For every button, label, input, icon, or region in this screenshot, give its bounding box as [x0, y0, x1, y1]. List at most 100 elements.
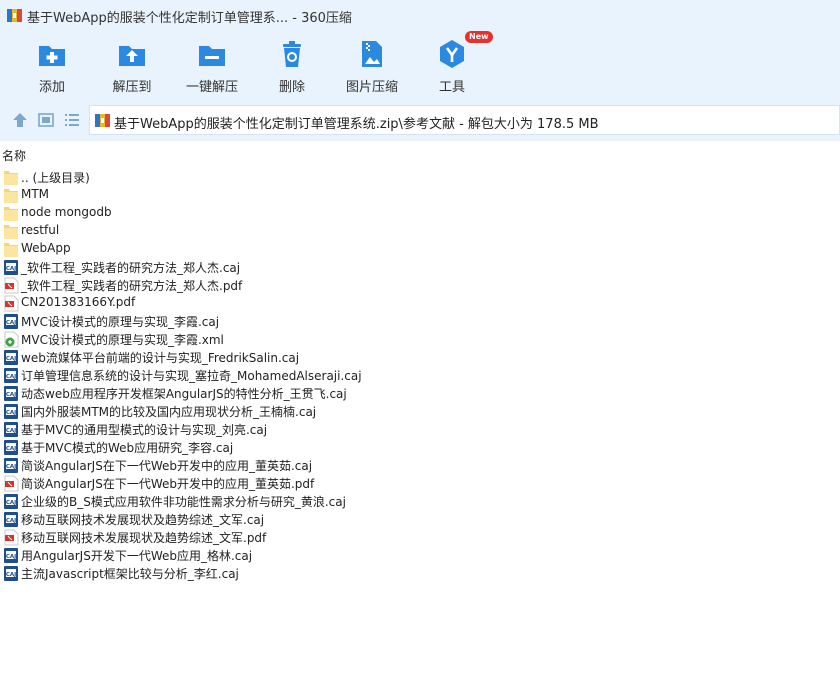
- svg-text:CAJ: CAJ: [6, 392, 16, 398]
- image-compress-button[interactable]: 图片压缩: [332, 34, 412, 98]
- file-row[interactable]: CAJ 企业级的B_S模式应用软件非功能性需求分析与研究_黄浪.caj: [0, 492, 840, 510]
- folder-icon: [4, 225, 18, 239]
- file-name: 简谈AngularJS在下一代Web开发中的应用_董英茹.caj: [21, 459, 313, 473]
- svg-text:CAJ: CAJ: [6, 572, 16, 578]
- file-name: 主流Javascript框架比较与分析_李红.caj: [21, 567, 239, 581]
- caj-file-icon: CAJ: [4, 350, 18, 365]
- file-row[interactable]: CAJ 移动互联网技术发展现状及趋势综述_文军.caj: [0, 510, 840, 528]
- caj-file-icon: CAJ: [4, 548, 18, 563]
- title-bar: 基于WebApp的服装个性化定制订单管理系... - 360压缩: [0, 0, 840, 30]
- folder-row[interactable]: WebApp: [0, 240, 840, 258]
- file-row[interactable]: CAJ 动态web应用程序开发框架AngularJS的特性分析_王贯飞.caj: [0, 384, 840, 402]
- file-name: CN201383166Y.pdf: [21, 295, 136, 309]
- svg-text:CAJ: CAJ: [6, 266, 16, 272]
- file-name: MTM: [21, 187, 50, 201]
- pdf-file-icon: [4, 295, 19, 312]
- file-name: 基于MVC的通用型模式的设计与实现_刘亮.caj: [21, 423, 268, 437]
- caj-file-icon: CAJ: [4, 440, 18, 455]
- svg-text:CAJ: CAJ: [6, 374, 16, 380]
- pdf-file-icon: [4, 277, 19, 294]
- file-row[interactable]: 移动互联网技术发展现状及趋势综述_文军.pdf: [0, 528, 840, 546]
- folder-row[interactable]: MTM: [0, 186, 840, 204]
- folder-icon: [4, 189, 18, 203]
- tools-button[interactable]: New 工具: [412, 31, 493, 98]
- add-button[interactable]: 添加: [12, 34, 92, 98]
- thumbnail-view-icon[interactable]: [36, 110, 56, 130]
- extract-to-label: 解压到: [112, 80, 152, 95]
- file-row[interactable]: CAJ 基于MVC的通用型模式的设计与实现_刘亮.caj: [0, 420, 840, 438]
- folder-row[interactable]: restful: [0, 222, 840, 240]
- caj-file-icon: CAJ: [4, 368, 18, 383]
- file-name: 国内外服装MTM的比较及国内应用现状分析_王楠楠.caj: [21, 405, 317, 419]
- file-row[interactable]: CAJ 订单管理信息系统的设计与实现_塞拉奇_MohamedAlseraji.ca…: [0, 366, 840, 384]
- caj-file-icon: CAJ: [4, 314, 18, 329]
- file-name: 动态web应用程序开发框架AngularJS的特性分析_王贯飞.caj: [21, 387, 347, 401]
- file-row[interactable]: CAJ 国内外服装MTM的比较及国内应用现状分析_王楠楠.caj: [0, 402, 840, 420]
- path-bar[interactable]: 基于WebApp的服装个性化定制订单管理系统.zip\参考文献 - 解包大小为 …: [89, 105, 840, 135]
- file-name: restful: [21, 223, 60, 237]
- svg-text:CAJ: CAJ: [6, 500, 16, 506]
- file-name: MVC设计模式的原理与实现_李霞.xml: [21, 333, 224, 347]
- caj-file-icon: CAJ: [4, 566, 18, 581]
- file-row[interactable]: CAJ _软件工程_实践者的研究方法_郑人杰.caj: [0, 258, 840, 276]
- window-title: 基于WebApp的服装个性化定制订单管理系... - 360压缩: [27, 11, 352, 26]
- folder-row[interactable]: node mongodb: [0, 204, 840, 222]
- name-column-header[interactable]: 名称: [0, 145, 840, 163]
- add-icon: [39, 46, 65, 66]
- zip-archive-icon: [95, 114, 110, 127]
- tools-label: 工具: [438, 80, 465, 95]
- image-compress-label: 图片压缩: [345, 80, 398, 95]
- caj-file-icon: CAJ: [4, 458, 18, 473]
- file-name: .. (上级目录): [21, 171, 90, 185]
- file-row[interactable]: 简谈AngularJS在下一代Web开发中的应用_董英茹.pdf: [0, 474, 840, 492]
- one-click-extract-label: 一键解压: [185, 80, 238, 95]
- file-name: 订单管理信息系统的设计与实现_塞拉奇_MohamedAlseraji.caj: [21, 369, 362, 383]
- image-compress-icon: [362, 41, 382, 67]
- file-row[interactable]: CN201383166Y.pdf: [0, 294, 840, 312]
- top-panel: 基于WebApp的服装个性化定制订单管理系... - 360压缩 添加 解压到 …: [0, 0, 840, 141]
- add-label: 添加: [38, 80, 65, 95]
- file-row[interactable]: CAJ 简谈AngularJS在下一代Web开发中的应用_董英茹.caj: [0, 456, 840, 474]
- folder-icon: [4, 171, 18, 185]
- file-name: 基于MVC模式的Web应用研究_李容.caj: [21, 441, 234, 455]
- pdf-file-icon: [4, 475, 19, 492]
- folder-row[interactable]: .. (上级目录): [0, 168, 840, 186]
- file-row[interactable]: CAJ 用AngularJS开发下一代Web应用_格林.caj: [0, 546, 840, 564]
- one-click-extract-icon: [199, 46, 225, 66]
- svg-text:CAJ: CAJ: [6, 356, 16, 362]
- caj-file-icon: CAJ: [4, 404, 18, 419]
- file-name: 用AngularJS开发下一代Web应用_格林.caj: [21, 549, 253, 563]
- file-row[interactable]: CAJ 基于MVC模式的Web应用研究_李容.caj: [0, 438, 840, 456]
- file-row[interactable]: CAJ web流媒体平台前端的设计与实现_FredrikSalin.caj: [0, 348, 840, 366]
- file-row[interactable]: CAJ MVC设计模式的原理与实现_李霞.caj: [0, 312, 840, 330]
- file-name: 移动互联网技术发展现状及趋势综述_文军.caj: [21, 513, 265, 527]
- folder-icon: [4, 243, 18, 257]
- list-view-icon[interactable]: [62, 110, 82, 130]
- svg-text:CAJ: CAJ: [6, 428, 16, 434]
- one-click-extract-button[interactable]: 一键解压: [172, 34, 252, 98]
- up-arrow-icon[interactable]: [10, 110, 30, 130]
- file-list: .. (上级目录) MTM node mongodb restful WebApp CAJ…: [0, 168, 840, 582]
- file-row[interactable]: _软件工程_实践者的研究方法_郑人杰.pdf: [0, 276, 840, 294]
- caj-file-icon: CAJ: [4, 386, 18, 401]
- file-name: WebApp: [21, 241, 71, 255]
- file-name: _软件工程_实践者的研究方法_郑人杰.pdf: [21, 279, 243, 293]
- file-name: MVC设计模式的原理与实现_李霞.caj: [21, 315, 220, 329]
- file-name: 企业级的B_S模式应用软件非功能性需求分析与研究_黄浪.caj: [21, 495, 346, 509]
- file-name: _软件工程_实践者的研究方法_郑人杰.caj: [21, 261, 241, 275]
- name-column-label: 名称: [2, 149, 27, 163]
- toolbar: 添加 解压到 一键解压 删除 图片压缩 New 工具: [0, 31, 840, 98]
- delete-icon: [283, 41, 301, 67]
- svg-text:CAJ: CAJ: [6, 320, 16, 326]
- svg-text:CAJ: CAJ: [6, 446, 16, 452]
- file-row[interactable]: CAJ 主流Javascript框架比较与分析_李红.caj: [0, 564, 840, 582]
- archive-app-icon: [7, 9, 22, 22]
- file-name: web流媒体平台前端的设计与实现_FredrikSalin.caj: [21, 351, 300, 365]
- extract-to-button[interactable]: 解压到: [92, 34, 172, 98]
- caj-file-icon: CAJ: [4, 260, 18, 275]
- file-name: 移动互联网技术发展现状及趋势综述_文军.pdf: [21, 531, 267, 545]
- delete-button[interactable]: 删除: [252, 34, 332, 98]
- file-row[interactable]: MVC设计模式的原理与实现_李霞.xml: [0, 330, 840, 348]
- path-text: 基于WebApp的服装个性化定制订单管理系统.zip\参考文献 - 解包大小为 …: [114, 117, 599, 132]
- caj-file-icon: CAJ: [4, 494, 18, 509]
